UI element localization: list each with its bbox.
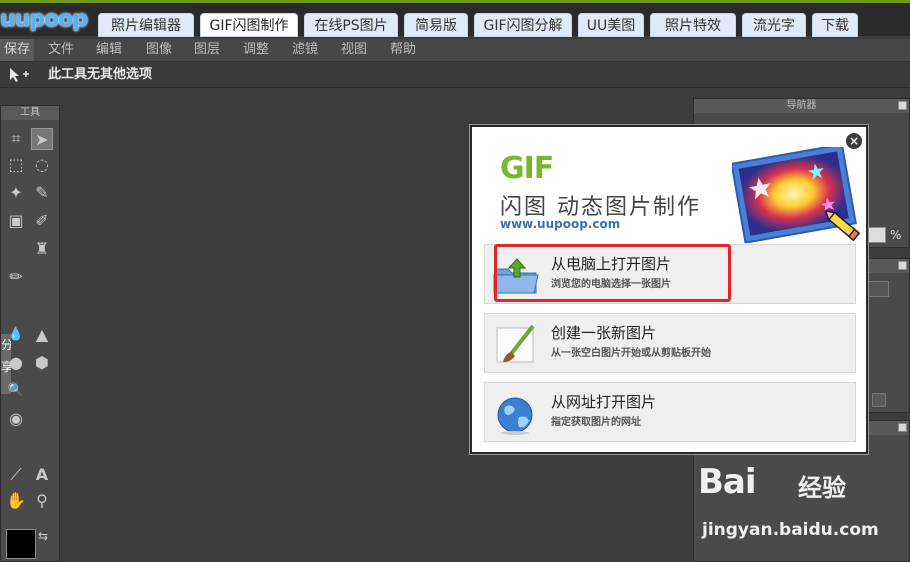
tab-download[interactable]: 下载 bbox=[812, 13, 858, 37]
dialog-site-url: www.uupoop.com bbox=[500, 217, 621, 231]
dodge-icon[interactable]: ● bbox=[5, 352, 27, 374]
tools-panel-title: 工具 bbox=[1, 106, 59, 120]
foreground-color-swatch[interactable] bbox=[6, 529, 36, 559]
text-icon[interactable]: A bbox=[31, 464, 53, 486]
menu-file[interactable]: 文件 bbox=[48, 39, 74, 61]
menu-save[interactable]: 保存 bbox=[0, 39, 34, 61]
tab-photo-effects[interactable]: 照片特效 bbox=[650, 13, 736, 37]
eye-icon[interactable]: ◉ bbox=[5, 408, 27, 430]
sharpen-icon[interactable]: ▲ bbox=[31, 324, 53, 346]
menu-view[interactable]: 视图 bbox=[341, 39, 367, 61]
open-from-url-button[interactable]: 从网址打开图片 指定获取图片的网址 bbox=[484, 382, 856, 442]
eyedropper-icon[interactable]: ⟋ bbox=[5, 464, 27, 486]
zoom-level-field[interactable] bbox=[866, 227, 886, 243]
lasso-icon[interactable]: ◌ bbox=[31, 154, 53, 176]
gif-brand-text: GIF bbox=[500, 151, 554, 186]
tab-photo-editor[interactable]: 照片编辑器 bbox=[98, 13, 194, 37]
tool-options-bar: 此工具无其他选项 bbox=[0, 62, 910, 88]
brush-icon[interactable]: ✐ bbox=[31, 210, 53, 232]
top-accent-line bbox=[0, 0, 910, 3]
create-new-image-subtitle: 从一张空白图片开始或从剪贴板开始 bbox=[551, 348, 711, 359]
menu-help[interactable]: 帮助 bbox=[390, 39, 416, 61]
history-close-icon[interactable] bbox=[898, 423, 907, 432]
navigator-close-icon[interactable] bbox=[898, 101, 907, 110]
tab-gif-split[interactable]: GIF闪图分解 bbox=[474, 13, 572, 37]
tab-online-ps[interactable]: 在线PS图片 bbox=[304, 13, 398, 37]
watermark-url: jingyan.baidu.com bbox=[702, 520, 879, 540]
tool-options-text: 此工具无其他选项 bbox=[48, 67, 153, 82]
menu-filter[interactable]: 滤镜 bbox=[292, 39, 318, 61]
highlight-annotation-box bbox=[494, 244, 731, 302]
blur-icon[interactable]: 💧 bbox=[5, 324, 27, 346]
pencil-icon[interactable]: ✏ bbox=[5, 266, 27, 288]
magnifier-icon[interactable]: ⚲ bbox=[31, 490, 53, 512]
baidu-jingyan-watermark: Bai 经验 jingyan.baidu.com bbox=[698, 462, 910, 562]
crop-icon[interactable]: ⌗ bbox=[5, 128, 27, 150]
move-icon[interactable]: ➤ bbox=[31, 128, 53, 150]
tab-flow-text[interactable]: 流光字 bbox=[742, 13, 806, 37]
paintbrush-icon bbox=[496, 324, 535, 363]
menu-adjust[interactable]: 调整 bbox=[243, 39, 269, 61]
globe-icon bbox=[497, 397, 533, 435]
delete-layer-icon[interactable] bbox=[872, 393, 886, 407]
gif-artwork-illustration bbox=[732, 147, 861, 243]
menu-edit[interactable]: 编辑 bbox=[96, 39, 122, 61]
dialog-close-icon[interactable]: × bbox=[846, 133, 862, 149]
tools-panel: 工具 分享 ⌗ ➤ ⬚ ◌ ✦ ✎ ▣ ✐ ♜ ✏ 💧 ▲ ● ⬢ 🔍 ◉ ⟋ … bbox=[0, 105, 60, 562]
swap-colors-icon[interactable]: ⇆ bbox=[38, 529, 48, 543]
eraser-icon[interactable]: ✎ bbox=[31, 182, 53, 204]
menu-layer[interactable]: 图层 bbox=[194, 39, 220, 61]
tab-simple[interactable]: 简易版 bbox=[404, 13, 468, 37]
create-new-image-title: 创建一张新图片 bbox=[551, 324, 657, 342]
open-from-url-subtitle: 指定获取图片的网址 bbox=[551, 417, 641, 428]
dialog-header: GIF 闪图 动态图片制作 www.uupoop.com bbox=[486, 137, 861, 247]
layers-close-icon[interactable] bbox=[898, 261, 907, 270]
watermark-logo: Bai bbox=[698, 462, 757, 502]
watermark-brand: 经验 bbox=[798, 474, 846, 502]
gradient-icon[interactable]: ▣ bbox=[5, 210, 27, 232]
magic-wand-icon[interactable]: ✦ bbox=[5, 182, 27, 204]
menu-bar: 保存 文件 编辑 图像 图层 调整 滤镜 视图 帮助 bbox=[0, 39, 910, 62]
zoom-percent-label: % bbox=[890, 228, 902, 242]
zoom-icon[interactable]: 🔍 bbox=[5, 380, 27, 402]
stamp-icon[interactable]: ♜ bbox=[31, 238, 53, 260]
move-tool-icon bbox=[10, 68, 29, 82]
site-logo[interactable]: uupoop bbox=[0, 6, 92, 34]
open-from-url-title: 从网址打开图片 bbox=[551, 393, 657, 411]
sponge-icon[interactable]: ⬢ bbox=[31, 352, 53, 374]
tab-uu-beauty[interactable]: UU美图 bbox=[578, 13, 644, 37]
navigator-panel-title: 导航器 bbox=[694, 99, 909, 113]
hand-icon[interactable]: ✋ bbox=[5, 490, 27, 512]
tab-gif-maker[interactable]: GIF闪图制作 bbox=[200, 13, 298, 37]
marquee-icon[interactable]: ⬚ bbox=[5, 154, 27, 176]
top-nav-bar: uupoop 照片编辑器 GIF闪图制作 在线PS图片 简易版 GIF闪图分解 … bbox=[0, 0, 910, 37]
create-new-image-button[interactable]: 创建一张新图片 从一张空白图片开始或从剪贴板开始 bbox=[484, 313, 856, 373]
menu-image[interactable]: 图像 bbox=[146, 39, 172, 61]
